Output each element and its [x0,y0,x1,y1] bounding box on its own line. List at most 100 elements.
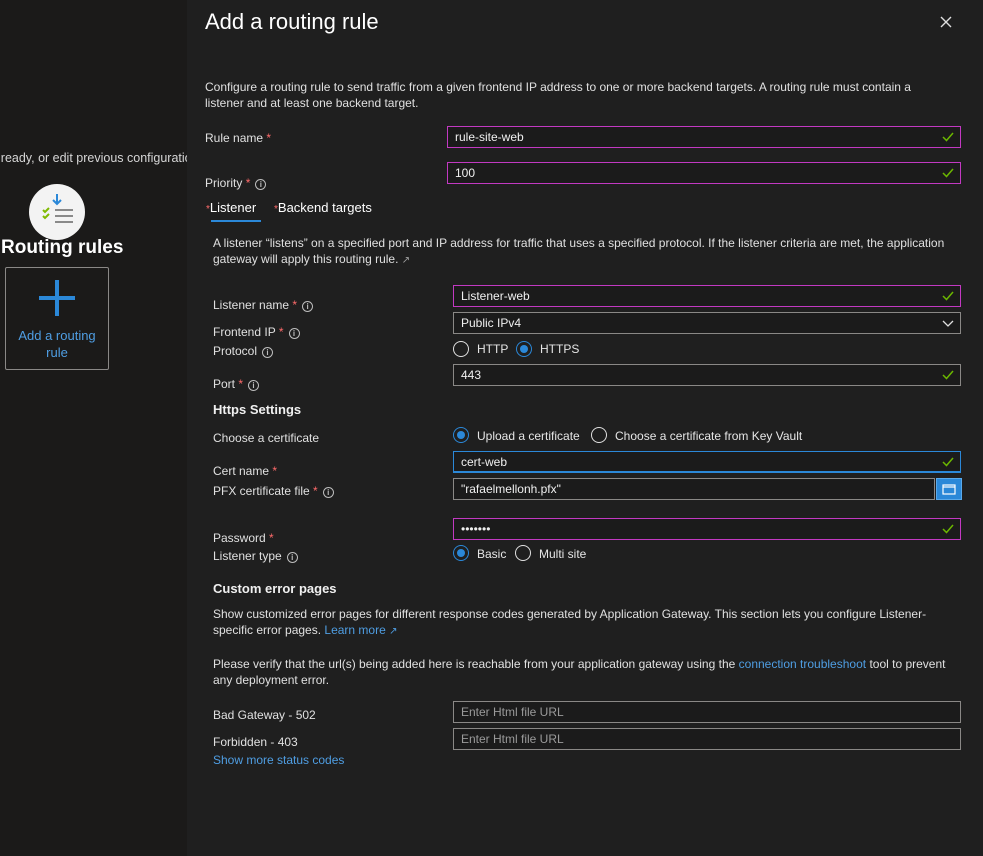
connection-troubleshoot-link[interactable]: connection troubleshoot [739,657,866,671]
priority-label-text: Priority [205,176,243,190]
pfx-file-value: "rafaelmellonh.pfx" [461,482,561,496]
checkmark-icon [942,291,954,301]
cert-name-input[interactable]: cert-web [453,451,961,473]
required-marker: * [245,176,251,190]
tab-listener[interactable]: *Listener [206,200,256,215]
pfx-file-label-text: PFX certificate file [213,484,310,498]
tab-backend-targets-label: Backend targets [277,200,372,215]
custom-error-description: Show customized error pages for differen… [213,606,963,640]
forbidden-label: Forbidden - 403 [213,735,298,749]
frontend-ip-dropdown[interactable]: Public IPv4 [453,312,961,334]
required-marker: * [292,298,298,312]
key-vault-certificate-radio[interactable] [591,427,607,443]
background-partial-text: lready, or edit previous configuratio [0,151,187,165]
key-vault-certificate-label: Choose a certificate from Key Vault [615,429,803,443]
protocol-http-radio[interactable] [453,341,469,357]
custom-error-pages-title: Custom error pages [213,581,337,596]
cert-name-label-text: Cert name [213,464,270,478]
forbidden-placeholder: Enter Html file URL [461,732,564,746]
protocol-https-radio[interactable] [516,341,532,357]
required-marker: * [278,325,284,339]
external-link-icon[interactable]: ↗ [402,255,410,266]
listener-type-multisite-label: Multi site [539,547,587,561]
forbidden-url-input[interactable]: Enter Html file URL [453,728,961,750]
required-marker: * [238,377,244,391]
custom-error-description-text: Show customized error pages for differen… [213,607,927,637]
info-icon[interactable]: i [286,552,298,563]
port-value: 443 [461,368,482,382]
listener-name-label: Listener name * i [213,298,314,312]
panel-title: Add a routing rule [205,9,379,34]
required-marker: * [313,484,318,498]
required-marker: * [266,131,272,145]
frontend-ip-value: Public IPv4 [461,316,522,330]
info-icon[interactable]: i [248,380,260,391]
browse-file-button[interactable] [936,478,962,500]
routing-rules-title: Routing rules [1,237,124,258]
checkmark-icon [942,524,954,534]
protocol-label: Protocol i [213,344,274,358]
rule-name-label: Rule name * [205,131,271,145]
listener-description: A listener “listens” on a specified port… [213,235,963,269]
info-icon[interactable]: i [262,347,274,358]
pfx-file-input[interactable]: "rafaelmellonh.pfx" [453,478,935,500]
frontend-ip-label-text: Frontend IP [213,325,276,339]
bad-gateway-label: Bad Gateway - 502 [213,708,316,722]
show-more-status-codes-link[interactable]: Show more status codes [213,753,344,767]
listener-name-value: Listener-web [461,289,530,303]
learn-more-link[interactable]: Learn more ↗ [324,623,397,637]
cert-name-label: Cert name * [213,464,277,478]
pfx-file-label: PFX certificate file * i [213,484,334,498]
info-icon[interactable]: i [302,301,314,312]
add-routing-rule-tile[interactable]: Add a routing rule [5,267,109,370]
protocol-https-label: HTTPS [540,342,580,356]
listener-type-basic-radio[interactable] [453,545,469,561]
close-icon[interactable] [938,14,954,30]
listener-type-label-text: Listener type [213,549,282,563]
tab-backend-targets[interactable]: *Backend targets [274,200,372,215]
frontend-ip-label: Frontend IP * i [213,325,300,339]
password-value: ••••••• [461,522,491,536]
password-label: Password * [213,531,274,545]
background-blade: lready, or edit previous configuratio Ro… [0,0,187,856]
rule-name-label-text: Rule name [205,131,264,145]
listener-type-multisite-radio[interactable] [515,545,531,561]
checkmark-icon [942,132,954,142]
external-link-icon: ↗ [389,626,398,637]
verify-text-before: Please verify that the url(s) being adde… [213,657,736,671]
listener-name-label-text: Listener name [213,298,290,312]
info-icon[interactable]: i [288,328,300,339]
required-marker: * [269,531,274,545]
add-routing-rule-label: Add a routing rule [18,328,96,360]
https-settings-title: Https Settings [213,402,302,417]
active-tab-underline [211,220,261,222]
password-input[interactable]: ••••••• [453,518,961,540]
listener-type-label: Listener type i [213,549,298,563]
panel-description: Configure a routing rule to send traffic… [205,80,911,110]
plus-icon-bar [39,296,75,300]
rule-name-input[interactable]: rule-site-web [447,126,961,148]
port-label: Port * i [213,377,260,391]
info-icon[interactable]: i [255,179,267,190]
port-label-text: Port [213,377,236,391]
priority-input[interactable]: 100 [447,162,961,184]
choose-certificate-label: Choose a certificate [213,431,320,445]
bad-gateway-placeholder: Enter Html file URL [461,705,564,719]
priority-label: Priority * i [205,176,267,190]
tab-listener-label: Listener [209,200,257,215]
bad-gateway-url-input[interactable]: Enter Html file URL [453,701,961,723]
info-icon[interactable]: i [322,487,334,498]
password-label-text: Password [213,531,266,545]
chevron-down-icon [942,320,954,327]
upload-certificate-radio[interactable] [453,427,469,443]
rule-name-value: rule-site-web [455,130,524,144]
listener-description-text: A listener “listens” on a specified port… [213,236,945,266]
verify-text: Please verify that the url(s) being adde… [213,656,963,688]
priority-value: 100 [455,166,476,180]
checkmark-icon [942,370,954,380]
cert-name-value: cert-web [461,455,508,469]
port-input[interactable]: 443 [453,364,961,386]
folder-icon [942,484,956,495]
learn-more-label: Learn more [324,623,386,637]
listener-name-input[interactable]: Listener-web [453,285,961,307]
